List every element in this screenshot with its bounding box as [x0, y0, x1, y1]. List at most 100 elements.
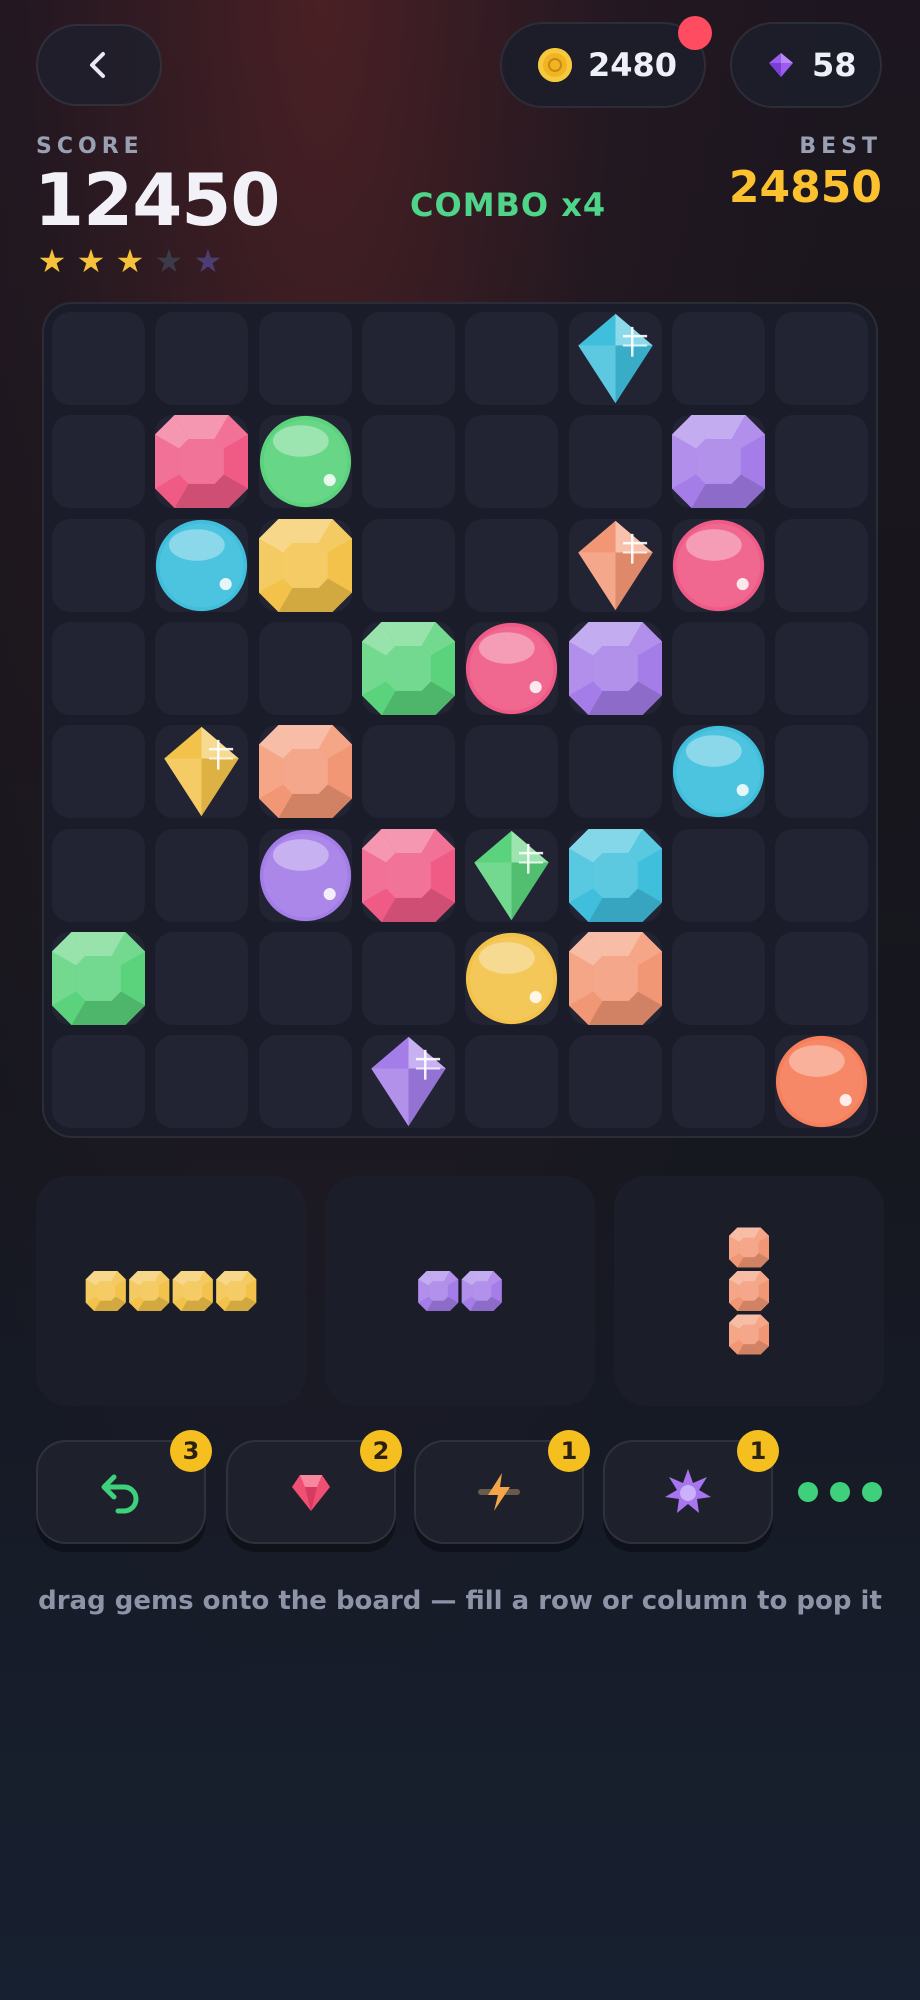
more-dots-icon[interactable]: [798, 1482, 882, 1502]
yellow-octagon-gem: [172, 1271, 213, 1311]
board-cell[interactable]: [155, 621, 249, 715]
board-cell[interactable]: [155, 1035, 249, 1129]
game-board[interactable]: [42, 302, 878, 1138]
board-cell[interactable]: [775, 312, 869, 405]
pink-octagon-gem: [361, 828, 455, 922]
yellow-octagon-gem: [85, 1271, 126, 1311]
board-cell[interactable]: [465, 312, 559, 405]
ruby-icon: [292, 1475, 330, 1511]
piece-horizontal-four[interactable]: [36, 1176, 306, 1406]
peach-octagon-gem: [729, 1314, 769, 1355]
coins-value: 2480: [588, 46, 678, 84]
board-cell[interactable]: [671, 931, 765, 1025]
lightning-button[interactable]: 1: [414, 1430, 590, 1544]
piece-vertical-three[interactable]: [614, 1176, 884, 1406]
pink-orb-gem: [466, 622, 558, 714]
board-cell[interactable]: [155, 931, 249, 1025]
gems-counter[interactable]: 58: [730, 22, 882, 108]
board-cell[interactable]: [465, 415, 559, 509]
board-cell[interactable]: [775, 725, 869, 819]
board-cell[interactable]: [465, 725, 559, 819]
peach-octagon-gem: [729, 1271, 769, 1311]
pink-orb-gem: [672, 519, 764, 611]
board-cell[interactable]: [155, 828, 249, 922]
green-diamond-gem: [474, 830, 549, 920]
chevron-left-icon: [90, 52, 105, 78]
board-cell[interactable]: [258, 931, 352, 1025]
coins-counter[interactable]: 2480: [500, 22, 706, 108]
board-cell[interactable]: [52, 725, 145, 819]
peach-octagon-gem: [568, 931, 662, 1025]
board-cell[interactable]: [775, 828, 869, 922]
board-cell[interactable]: [775, 518, 869, 612]
board-cell[interactable]: [52, 621, 145, 715]
green-orb-gem: [259, 416, 351, 508]
combo-indicator: COMBO x4: [410, 186, 607, 224]
burst-button[interactable]: 1: [603, 1430, 779, 1544]
cyan-octagon-gem: [568, 828, 662, 922]
board-cell[interactable]: [52, 415, 145, 509]
green-octagon-gem: [361, 621, 455, 715]
yellow-orb-gem: [466, 932, 558, 1024]
score-value: 12450: [34, 158, 280, 242]
piece-tray-1[interactable]: [36, 1176, 306, 1406]
piece-horizontal-two[interactable]: [325, 1176, 595, 1406]
board-cell[interactable]: [52, 828, 145, 922]
gem-icon: [769, 53, 793, 77]
peach-diamond-gem: [577, 520, 653, 610]
yellow-octagon-gem: [129, 1271, 170, 1311]
board-cell[interactable]: [361, 312, 455, 405]
gem-bomb-button[interactable]: 2: [226, 1430, 402, 1544]
board-cell[interactable]: [568, 725, 662, 819]
hint-text: drag gems onto the board — fill a row or…: [38, 1586, 882, 1616]
green-octagon-gem: [52, 931, 145, 1025]
yellow-octagon-gem: [216, 1271, 257, 1311]
peach-octagon-gem: [258, 725, 352, 819]
purple-diamond-gem: [371, 1036, 446, 1127]
board-cell[interactable]: [361, 518, 455, 612]
yellow-octagon-gem: [258, 518, 352, 612]
board-cell[interactable]: [671, 621, 765, 715]
undo-button[interactable]: 3: [36, 1430, 212, 1544]
undo-icon: [101, 1474, 139, 1514]
piece-tray-3[interactable]: [614, 1176, 884, 1406]
board-cell[interactable]: [465, 518, 559, 612]
board-cell[interactable]: [671, 312, 765, 405]
board-cell[interactable]: [465, 1035, 559, 1129]
star-empty-icon: ★: [154, 242, 184, 280]
board-cell[interactable]: [361, 931, 455, 1025]
board-cell[interactable]: [258, 1035, 352, 1129]
board-cell[interactable]: [568, 1035, 662, 1129]
board-cell[interactable]: [775, 931, 869, 1025]
piece-tray-2[interactable]: [325, 1176, 595, 1406]
board-cell[interactable]: [258, 621, 352, 715]
board-cell[interactable]: [52, 1035, 145, 1129]
board-cell[interactable]: [361, 415, 455, 509]
purple-octagon-gem: [568, 621, 662, 715]
star-filled-icon: ★: [76, 242, 106, 280]
cyan-orb-gem: [672, 726, 764, 818]
board-cell[interactable]: [258, 312, 352, 405]
purple-orb-gem: [259, 829, 351, 921]
board-cell[interactable]: [775, 621, 869, 715]
board-cell[interactable]: [775, 415, 869, 509]
best-score-value: 24850: [728, 162, 882, 213]
board-cell[interactable]: [671, 1035, 765, 1129]
back-button[interactable]: [36, 24, 162, 106]
notification-dot: [678, 16, 712, 50]
board-cell[interactable]: [52, 312, 145, 405]
board-cell[interactable]: [671, 828, 765, 922]
score-label: SCORE: [36, 134, 144, 159]
purple-octagon-gem: [671, 415, 765, 509]
star-filled-icon: ★: [115, 242, 145, 280]
orange-orb-gem: [776, 1036, 868, 1128]
board-cell[interactable]: [361, 725, 455, 819]
board-cell[interactable]: [52, 518, 145, 612]
burst-count-badge: 1: [737, 1430, 779, 1472]
board-cell[interactable]: [155, 312, 249, 405]
lightning-count-badge: 1: [548, 1430, 590, 1472]
board-cell[interactable]: [568, 415, 662, 509]
coin-icon: [538, 48, 572, 82]
gem-bomb-count-badge: 2: [360, 1430, 402, 1472]
star-empty-icon: ★: [193, 242, 223, 280]
